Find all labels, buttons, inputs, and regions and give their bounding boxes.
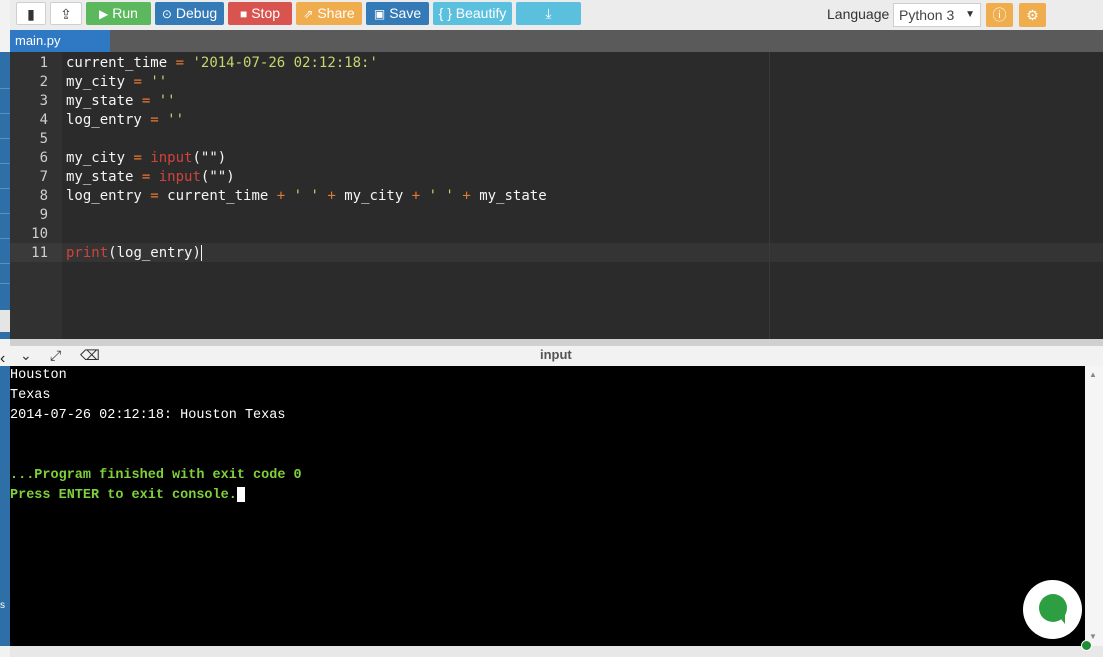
gear-icon: ⚙ (1026, 7, 1039, 23)
code-line: my_city = input("") (66, 150, 227, 166)
language-label: Language (827, 6, 890, 22)
code-line: log_entry = '' (66, 112, 185, 128)
run-button[interactable]: ▶ Run (86, 2, 151, 25)
console-header: ⌄ ⤢ ⌫ input (10, 346, 1103, 367)
code-line: my_state = input("") (66, 169, 235, 185)
chevron-down-icon: ▼ (965, 9, 975, 20)
expand-icon[interactable]: ⤢ (50, 347, 61, 364)
toolbar: ▮ ⇪ ▶ Run ⊙ Debug ■ Stop ⇗ Share ▣ Save { } B… (10, 0, 1103, 31)
file-tab-bar: main.py (10, 30, 1103, 52)
line-number: 8 (39, 188, 48, 204)
save-button[interactable]: ▣ Save (366, 2, 429, 25)
line-number: 6 (39, 150, 48, 166)
code-line: my_state = '' (66, 93, 176, 109)
language-select[interactable]: Python 3 ▼ (893, 3, 981, 27)
save-icon: ▣ (373, 7, 386, 21)
collapse-panel-icon[interactable]: ‹ (0, 350, 5, 368)
stop-button[interactable]: ■ Stop (228, 2, 292, 25)
line-number: 11 (31, 245, 48, 261)
line-number: 5 (39, 131, 48, 147)
line-number: 7 (39, 169, 48, 185)
text-cursor (200, 245, 202, 261)
share-icon: ⇗ (303, 7, 314, 21)
info-button[interactable]: ⓘ (986, 3, 1013, 27)
code-editor[interactable]: 1 2 3 4 5 6 7 8 9 10 11 current_time = '… (10, 52, 1103, 339)
new-file-icon: ▮ (27, 6, 35, 22)
line-number: 10 (31, 226, 48, 242)
line-number: 3 (39, 93, 48, 109)
stop-icon: ■ (239, 7, 248, 21)
active-line-highlight (62, 243, 1103, 262)
upload-icon: ⇪ (60, 6, 72, 22)
code-line: current_time = '2014-07-26 02:12:18:' (66, 55, 378, 71)
debug-icon: ⊙ (161, 7, 172, 21)
status-dot (1081, 640, 1092, 651)
console-line: Press ENTER to exit console. (10, 486, 245, 506)
bottom-bar (10, 646, 1103, 657)
code-line: print(log_entry) (66, 245, 202, 261)
left-panel-blue (0, 52, 10, 339)
left-panel-edge (0, 0, 10, 657)
console-line: ...Program finished with exit code 0 (10, 468, 302, 483)
scroll-up-icon[interactable]: ▲ (1089, 370, 1097, 379)
new-file-button[interactable]: ▮ (16, 2, 46, 25)
left-panel-fragment: s (0, 600, 5, 611)
chat-widget-button[interactable] (1023, 580, 1082, 639)
pane-splitter[interactable] (10, 339, 1103, 346)
beautify-button[interactable]: { } Beautify (433, 2, 512, 25)
code-line: log_entry = current_time + ' ' + my_city… (66, 188, 547, 204)
console-output[interactable]: Houston Texas 2014-07-26 02:12:18: Houst… (10, 366, 1085, 646)
clear-console-icon[interactable]: ⌫ (80, 347, 100, 364)
play-icon: ▶ (99, 7, 109, 21)
line-number: 4 (39, 112, 48, 128)
console-line: Houston (10, 368, 67, 383)
print-margin (769, 52, 770, 339)
console-title: input (540, 347, 572, 362)
download-icon: ⤓ (545, 5, 552, 21)
settings-button[interactable]: ⚙ (1019, 3, 1046, 27)
info-icon: ⓘ (992, 7, 1007, 23)
debug-button[interactable]: ⊙ Debug (155, 2, 224, 25)
chevron-down-icon[interactable]: ⌄ (20, 347, 32, 364)
download-button[interactable]: ⤓ (516, 2, 581, 25)
line-number: 9 (39, 207, 48, 223)
console-line: 2014-07-26 02:12:18: Houston Texas (10, 408, 286, 423)
line-number: 2 (39, 74, 48, 90)
tab-main-py[interactable]: main.py (10, 30, 110, 52)
share-button[interactable]: ⇗ Share (296, 2, 362, 25)
console-scrollbar[interactable] (1085, 366, 1103, 646)
scroll-down-icon[interactable]: ▼ (1089, 632, 1097, 641)
code-line: my_city = '' (66, 74, 168, 90)
upload-button[interactable]: ⇪ (50, 2, 82, 25)
console-line: Texas (10, 388, 51, 403)
line-number: 1 (39, 55, 48, 71)
console-cursor (236, 486, 245, 502)
